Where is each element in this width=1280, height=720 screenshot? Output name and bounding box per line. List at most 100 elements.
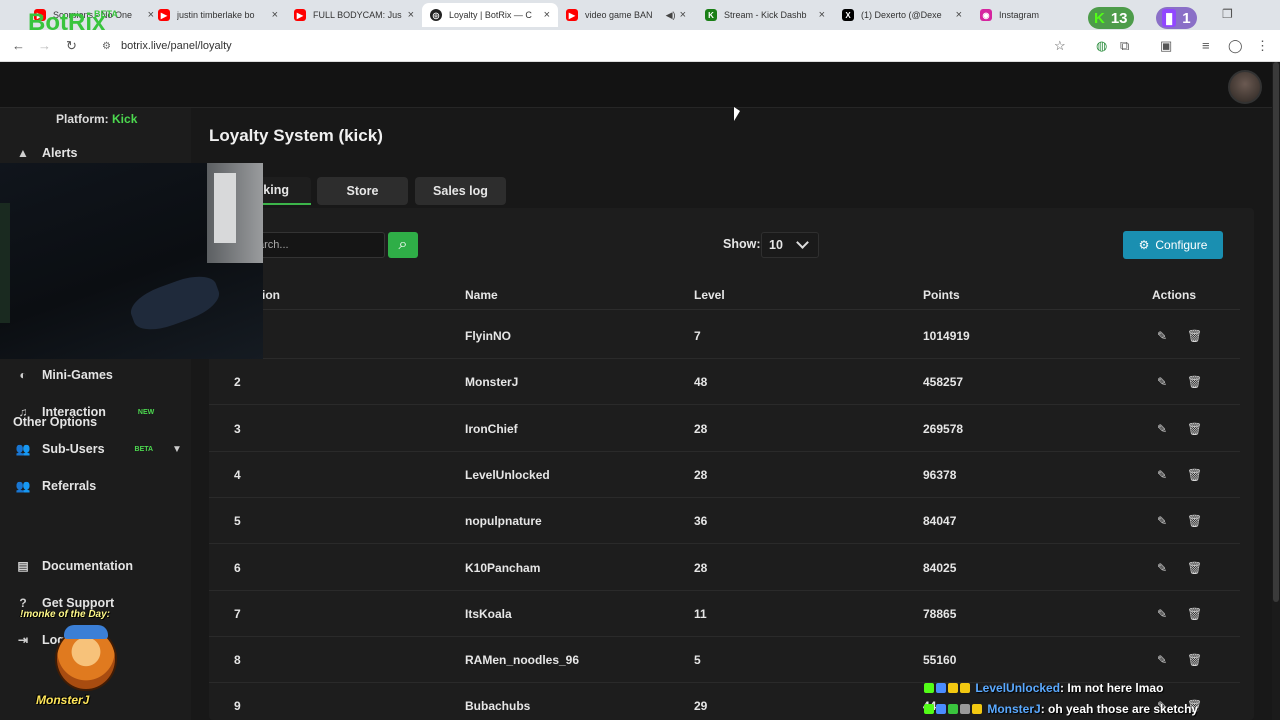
kick-viewers-extension[interactable]: K 13	[1088, 7, 1134, 29]
delete-icon[interactable]: 🗑	[1187, 468, 1202, 482]
sidebar-item-alerts[interactable]: ▲ Alerts	[14, 143, 77, 163]
cell-name: K10Pancham	[465, 561, 541, 575]
cell-position: 7	[234, 607, 241, 621]
monke-title: !monke of the Day:	[20, 609, 111, 620]
media-controls-icon[interactable]: ≡	[1202, 38, 1210, 53]
cell-position: 6	[234, 561, 241, 575]
browser-tab[interactable]: ▶ video game BAN ◀) ×	[558, 3, 694, 27]
delete-icon[interactable]: 🗑	[1187, 653, 1202, 667]
search-button[interactable]: ⌕	[388, 232, 418, 258]
address-bar[interactable]: ⚙ botrix.live/panel/loyalty	[92, 34, 1092, 58]
show-select[interactable]: 10	[761, 232, 819, 258]
column-level[interactable]: Level	[694, 288, 725, 302]
badge-icon	[972, 704, 982, 714]
cell-level: 28	[694, 561, 708, 575]
reload-icon[interactable]: ↻	[66, 38, 77, 54]
cell-level: 28	[694, 468, 708, 482]
scrollbar-thumb[interactable]	[1273, 62, 1279, 602]
back-icon[interactable]: ←	[12, 38, 25, 53]
chevron-down-icon[interactable]: ▼	[172, 444, 182, 455]
cell-points: 55160	[923, 653, 957, 667]
sidebar-item-referrals[interactable]: 👥 Referrals	[14, 476, 97, 496]
configure-button[interactable]: ⚙ Configure	[1123, 231, 1223, 259]
edit-icon[interactable]: ✎	[1157, 375, 1167, 389]
monkey-hat	[64, 625, 108, 639]
monke-name: MonsterJ	[36, 693, 90, 707]
close-tab-icon[interactable]: ×	[272, 9, 278, 21]
edit-icon[interactable]: ✎	[1157, 468, 1167, 482]
forward-icon[interactable]: →	[38, 38, 51, 53]
platform-indicator: Platform: Kick	[56, 112, 138, 126]
tab-sales-log[interactable]: Sales log	[415, 177, 506, 205]
browser-tab[interactable]: ◉ Instagram	[972, 3, 1072, 27]
x-icon: X	[842, 9, 854, 21]
column-points[interactable]: Points	[923, 288, 960, 302]
close-tab-icon[interactable]: ×	[956, 9, 962, 21]
delete-icon[interactable]: 🗑	[1187, 422, 1202, 436]
delete-icon[interactable]: 🗑	[1187, 375, 1202, 389]
cell-position: 8	[234, 653, 241, 667]
search-icon: ⌕	[398, 236, 408, 253]
doc-icon: ▤	[17, 559, 29, 573]
edit-icon[interactable]: ✎	[1157, 607, 1167, 621]
cell-level: 28	[694, 422, 708, 436]
cell-name: FlyinNO	[465, 329, 512, 343]
cell-position: 3	[234, 422, 241, 436]
close-tab-icon[interactable]: ×	[408, 9, 414, 21]
delete-icon[interactable]: 🗑	[1187, 514, 1202, 528]
edit-icon[interactable]: ✎	[1157, 514, 1167, 528]
close-tab-icon[interactable]: ×	[544, 9, 550, 21]
table-row	[209, 591, 1240, 637]
sidebar-item-documentation[interactable]: ▤ Documentation	[14, 556, 133, 576]
column-name[interactable]: Name	[465, 288, 498, 302]
edit-icon[interactable]: ✎	[1157, 561, 1167, 575]
site-info-icon[interactable]: ⚙	[102, 41, 111, 52]
cell-level: 11	[694, 607, 707, 621]
cell-points: 84025	[923, 561, 957, 575]
edit-icon[interactable]: ✎	[1157, 422, 1167, 436]
twitch-viewers-extension[interactable]: ▮ 1	[1156, 7, 1197, 29]
extension-badge-icon[interactable]: ◍	[1096, 38, 1107, 54]
edit-icon[interactable]: ✎	[1157, 329, 1167, 343]
close-tab-icon[interactable]: ×	[680, 9, 686, 21]
delete-icon[interactable]: 🗑	[1187, 607, 1202, 621]
tab-store[interactable]: Store	[317, 177, 408, 205]
kick-icon: K	[705, 9, 717, 21]
bookmark-star-icon[interactable]: ☆	[1054, 38, 1066, 54]
column-position[interactable]: ion	[262, 288, 280, 302]
browser-tab[interactable]: X (1) Dexerto (@Dexe ×	[834, 3, 970, 27]
cell-points: 1014919	[923, 329, 970, 343]
browser-tab-active[interactable]: ◎ Loyalty | BotRix — C ×	[422, 3, 558, 27]
screenshot-icon[interactable]: ▣	[1160, 38, 1172, 54]
chat-message: LevelUnlocked: Im not here lmao	[924, 681, 1163, 695]
sidebar-item-sub-users[interactable]: 👥 Sub-Users BETA ▼	[14, 439, 194, 459]
sidebar-item-mini-games[interactable]: ◐ Mini-Games	[14, 365, 112, 385]
browser-tab[interactable]: ▶ FULL BODYCAM: Jus ×	[286, 3, 422, 27]
table-row	[209, 359, 1240, 405]
cell-position: 2	[234, 375, 241, 389]
twitch-icon: ▮	[1162, 9, 1177, 27]
badge-icon	[936, 704, 946, 714]
close-tab-icon[interactable]: ×	[819, 9, 825, 21]
table-row	[209, 313, 1240, 359]
browser-tab[interactable]: ▶ justin timberlake bo ×	[150, 3, 286, 27]
cell-name: Bubachubs	[465, 699, 531, 713]
delete-icon[interactable]: 🗑	[1187, 329, 1202, 343]
restore-window-icon[interactable]: ❐	[1222, 7, 1233, 21]
cell-points: 269578	[923, 422, 964, 436]
gears-icon: ⚙	[1138, 238, 1150, 252]
delete-icon[interactable]: 🗑	[1187, 561, 1202, 575]
warning-icon: ▲	[17, 146, 29, 160]
menu-icon[interactable]: ⋮	[1256, 38, 1269, 54]
profile-icon[interactable]: ◯	[1228, 38, 1243, 54]
show-label: Show:	[723, 237, 761, 251]
extensions-icon[interactable]: ⧉	[1120, 38, 1129, 54]
user-avatar[interactable]	[1228, 70, 1262, 104]
edit-icon[interactable]: ✎	[1157, 653, 1167, 667]
speaker-icon[interactable]: ◀)	[666, 10, 676, 21]
browser-tab-bar: ▶ Scorpions - No One × ▶ justin timberlake …	[0, 0, 1280, 30]
badge-icon	[960, 704, 970, 714]
cell-name: RAMen_noodles_96	[465, 653, 580, 667]
instagram-icon: ◉	[980, 9, 992, 21]
browser-tab[interactable]: K Stream - Kick Dashb ×	[697, 3, 833, 27]
